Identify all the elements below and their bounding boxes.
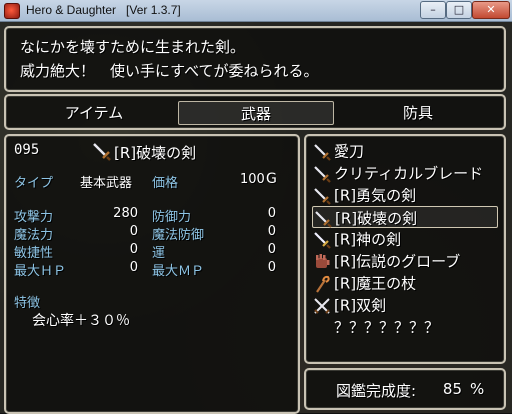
type-label: タイプ	[14, 176, 54, 191]
minimize-button[interactable]: –	[420, 1, 446, 19]
stat-value: 280	[113, 206, 138, 221]
stat-label: 最大ＨＰ	[14, 264, 67, 279]
list-item[interactable]: 愛刀	[312, 140, 498, 162]
collection-progress-panel: 図鑑完成度: 85 %	[304, 368, 506, 410]
list-item[interactable]: [R]伝説のグローブ	[312, 250, 498, 272]
twin-swords-icon	[314, 297, 330, 314]
tab-weapons[interactable]: 武器	[178, 101, 334, 125]
stat-label: 防御力	[152, 210, 192, 225]
description-panel: なにかを壊すために生まれた剣。 威力絶大！ 使い手にすべてが委ねられる。	[4, 26, 506, 92]
list-item-label: [R]神の剣	[334, 230, 402, 249]
game-window: Hero & Daughter [Ver 1.3.7] – □ ✕ なにかを壊す…	[0, 0, 512, 414]
title-bar: Hero & Daughter [Ver 1.3.7] – □ ✕	[0, 0, 512, 22]
progress-label: 図鑑完成度:	[336, 382, 417, 400]
stat-value: 0	[129, 224, 138, 239]
list-item-selected[interactable]: [R]破壊の剣	[312, 206, 498, 228]
list-item[interactable]: [R]双剣	[312, 294, 498, 316]
game-area: なにかを壊すために生まれた剣。 威力絶大！ 使い手にすべてが委ねられる。 アイテ…	[0, 22, 512, 414]
close-button[interactable]: ✕	[472, 1, 510, 19]
stat-value: 0	[129, 260, 138, 275]
stat-label: 運	[152, 246, 166, 261]
list-item-label: ？？？？？？？	[334, 318, 440, 337]
stat-label: 魔法防御	[152, 228, 205, 243]
list-item-label: [R]破壊の剣	[335, 209, 418, 228]
traits-label: 特徴	[14, 296, 41, 311]
list-item-label: クリティカルブレード	[334, 164, 484, 183]
list-item[interactable]: [R]魔王の杖	[312, 272, 498, 294]
stat-value: 0	[129, 242, 138, 257]
description-line-2: 威力絶大！ 使い手にすべてが委ねられる。	[20, 62, 319, 80]
sword-icon	[314, 143, 331, 161]
trait-item: 会心率＋３０％	[32, 313, 130, 329]
stat-value: 0	[267, 206, 276, 221]
progress-unit: %	[470, 380, 485, 398]
sword-icon	[314, 187, 331, 205]
sword-icon	[315, 210, 332, 228]
type-value: 基本武器	[80, 176, 133, 191]
sword-icon	[93, 143, 111, 161]
stat-label: 最大ＭＰ	[152, 264, 205, 279]
price-unit: G	[266, 171, 277, 187]
category-tabs: アイテム 武器 防具	[4, 94, 506, 130]
stat-label: 敏捷性	[14, 246, 54, 261]
sword-icon	[314, 165, 331, 183]
glove-icon	[316, 253, 330, 268]
stat-label: 攻撃力	[14, 210, 54, 225]
stat-value: 0	[267, 224, 276, 239]
description-line-1: なにかを壊すために生まれた剣。	[20, 38, 246, 56]
tab-armor[interactable]: 防具	[338, 101, 498, 125]
list-item[interactable]: [R]勇気の剣	[312, 184, 498, 206]
stat-value: 0	[267, 260, 276, 275]
price-value: 100	[240, 172, 265, 187]
item-detail-panel: 095 [R]破壊の剣 タイプ 基本武器 価格 100 G 攻撃力 280 魔法…	[4, 134, 300, 414]
item-number: 095	[14, 142, 40, 158]
list-item-label: [R]勇気の剣	[334, 186, 417, 205]
list-item[interactable]: クリティカルブレード	[312, 162, 498, 184]
item-name: [R]破壊の剣	[114, 144, 197, 162]
staff-icon	[316, 275, 330, 293]
window-title: Hero & Daughter [Ver 1.3.7]	[26, 3, 181, 17]
weapon-list-panel: 愛刀 クリティカルブレード [R]勇気の剣 [R]破壊の剣 [R]神の剣 [R]…	[304, 134, 506, 364]
stat-value: 0	[267, 242, 276, 257]
list-item-label: [R]伝説のグローブ	[334, 252, 461, 271]
maximize-button[interactable]: □	[446, 1, 472, 19]
list-item-label: 愛刀	[334, 142, 365, 161]
sword-icon	[314, 231, 331, 249]
tab-items[interactable]: アイテム	[14, 101, 174, 125]
list-item[interactable]: [R]神の剣	[312, 228, 498, 250]
list-item-label: [R]双剣	[334, 296, 387, 315]
progress-value: 85	[442, 380, 462, 398]
stat-label: 魔法力	[14, 228, 54, 243]
app-icon	[4, 3, 20, 19]
price-label: 価格	[152, 176, 179, 191]
list-item-unknown[interactable]: ？？？？？？？	[312, 316, 498, 338]
list-item-label: [R]魔王の杖	[334, 274, 417, 293]
